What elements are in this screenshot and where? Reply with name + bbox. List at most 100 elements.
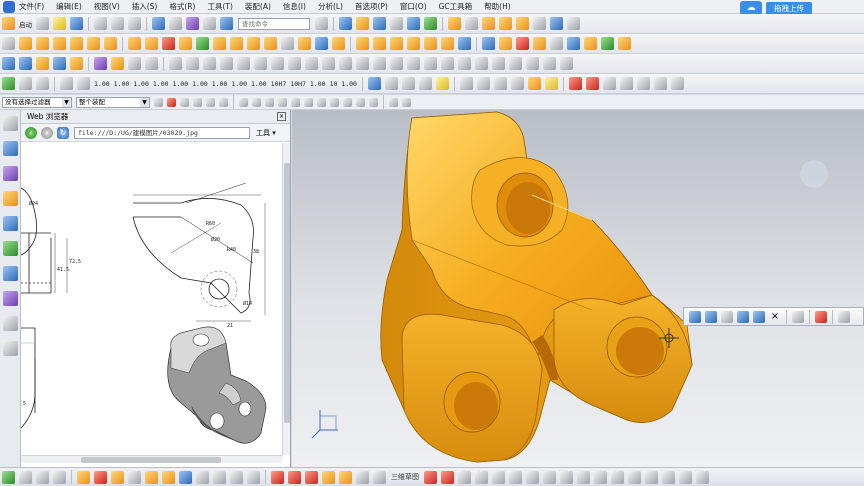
quick-extend-icon[interactable] (475, 470, 488, 484)
curve-analysis-icon[interactable] (560, 57, 573, 70)
scale-body-icon[interactable] (441, 37, 454, 50)
more-icon[interactable] (696, 470, 709, 484)
vertical-scrollbar[interactable] (282, 143, 290, 455)
mirror-bottom-icon[interactable] (196, 470, 209, 484)
replace-face-icon[interactable] (499, 37, 512, 50)
hide-icon[interactable] (753, 310, 765, 323)
datum-target-icon[interactable] (60, 77, 73, 90)
trim-body-icon[interactable] (356, 37, 369, 50)
reuse-library-icon[interactable] (3, 191, 18, 206)
revolve-icon[interactable] (36, 37, 49, 50)
tolerance-value[interactable]: 1.00 (231, 80, 247, 88)
arc-tangent-icon[interactable] (441, 470, 454, 484)
feature-control-frame-icon[interactable] (401, 77, 415, 90)
make-work-part-icon[interactable] (815, 310, 827, 323)
sketch-icon[interactable] (2, 37, 15, 50)
split-body-icon[interactable] (373, 37, 386, 50)
finish-sketch-icon[interactable] (36, 470, 49, 484)
target-point-icon[interactable] (435, 77, 449, 90)
3d-part-view[interactable] (292, 110, 864, 467)
surface-icon[interactable] (550, 37, 563, 50)
mirror-curve-bottom-icon[interactable] (526, 470, 539, 484)
resize-blend-icon[interactable] (533, 37, 546, 50)
cloud-upload-button[interactable]: ☁ 拖拽上传 (740, 1, 858, 15)
section-icon[interactable] (516, 17, 529, 30)
horizontal-scrollbar[interactable] (21, 455, 283, 463)
layer-icon[interactable] (339, 17, 352, 30)
split-curve-icon[interactable] (407, 57, 420, 70)
tolerance-value[interactable]: 1.00 1.00 (192, 80, 227, 88)
new-file-icon[interactable] (36, 17, 49, 30)
measure-icon[interactable] (111, 57, 124, 70)
mirror-icon[interactable] (332, 37, 345, 50)
offset-bottom-icon[interactable] (509, 470, 522, 484)
menu-analysis[interactable]: 分析(L) (318, 1, 343, 12)
edit-parameters-icon[interactable] (689, 310, 701, 323)
system-materials-icon[interactable] (3, 291, 18, 306)
nx-logo-icon[interactable] (3, 0, 15, 13)
hole-bottom-icon[interactable] (111, 470, 124, 484)
orient-sketch-icon[interactable] (53, 470, 66, 484)
menu-file[interactable]: 文件(F) (19, 1, 44, 12)
snap-oncurve-icon[interactable] (343, 97, 352, 107)
offset-icon[interactable] (636, 77, 650, 90)
table-icon[interactable] (367, 77, 381, 90)
cone-icon[interactable] (87, 37, 100, 50)
boolean-bottom-icon[interactable] (162, 470, 175, 484)
start-icon[interactable] (2, 17, 15, 30)
mirror-curve-icon[interactable] (653, 77, 667, 90)
menu-preferences[interactable]: 首选项(P) (355, 1, 388, 12)
fit-icon[interactable] (424, 17, 437, 30)
search-icon[interactable] (315, 17, 328, 30)
roles-icon[interactable] (3, 316, 18, 331)
face-select-icon[interactable] (206, 97, 215, 107)
quick-trim-icon[interactable] (458, 470, 471, 484)
quick-pick-icon[interactable] (402, 97, 411, 107)
drafting-icon[interactable] (94, 57, 107, 70)
menu-gc-toolbox[interactable]: GC工具箱 (439, 1, 473, 12)
line-icon[interactable] (169, 57, 182, 70)
synchronous-icon[interactable] (482, 37, 495, 50)
rectangle-icon[interactable] (220, 57, 233, 70)
point-icon[interactable] (128, 57, 141, 70)
image-icon[interactable] (493, 77, 507, 90)
shell-bottom-icon[interactable] (230, 470, 243, 484)
snap-intersect-icon[interactable] (291, 97, 300, 107)
project-curve-icon[interactable] (322, 57, 335, 70)
snap-disable-icon[interactable] (369, 97, 378, 107)
pad-icon[interactable] (179, 37, 192, 50)
tolerance-value[interactable]: 1.00 (251, 80, 267, 88)
shaded-icon[interactable] (482, 17, 495, 30)
tolerance-value[interactable]: 1.00 (94, 80, 110, 88)
suppress-icon[interactable] (721, 310, 733, 323)
inferred-constraints-icon[interactable] (679, 470, 692, 484)
menu-format[interactable]: 格式(R) (169, 1, 195, 12)
rectangle-bottom-icon[interactable] (339, 470, 352, 484)
body-select-icon[interactable] (219, 97, 228, 107)
move-face-icon[interactable] (458, 37, 471, 50)
join-curve-icon[interactable] (441, 57, 454, 70)
feature-select-icon[interactable] (193, 97, 202, 107)
sew-icon[interactable] (424, 37, 437, 50)
thicken-icon[interactable] (407, 37, 420, 50)
snap-midpoint-icon[interactable] (252, 97, 261, 107)
background-icon[interactable] (533, 17, 546, 30)
isocline-icon[interactable] (543, 57, 556, 70)
chamfer-sketch-icon[interactable] (619, 77, 633, 90)
display-mode-icon[interactable] (465, 17, 478, 30)
through-curves-icon[interactable] (567, 37, 580, 50)
extension-icon[interactable] (601, 37, 614, 50)
work-layer-icon[interactable] (550, 17, 563, 30)
wireframe-icon[interactable] (499, 17, 512, 30)
sphere-icon[interactable] (104, 37, 117, 50)
check-icon[interactable] (2, 77, 15, 90)
datum-plane-icon[interactable] (145, 57, 158, 70)
law-curve-icon[interactable] (492, 57, 505, 70)
helix-icon[interactable] (475, 57, 488, 70)
cylinder-icon[interactable] (70, 37, 83, 50)
tools-menu[interactable]: 工具 ▾ (256, 128, 276, 138)
datum-feature-icon[interactable] (36, 77, 49, 90)
view-icon[interactable] (356, 17, 369, 30)
profile-icon[interactable] (271, 470, 284, 484)
snap-onface-icon[interactable] (330, 97, 339, 107)
